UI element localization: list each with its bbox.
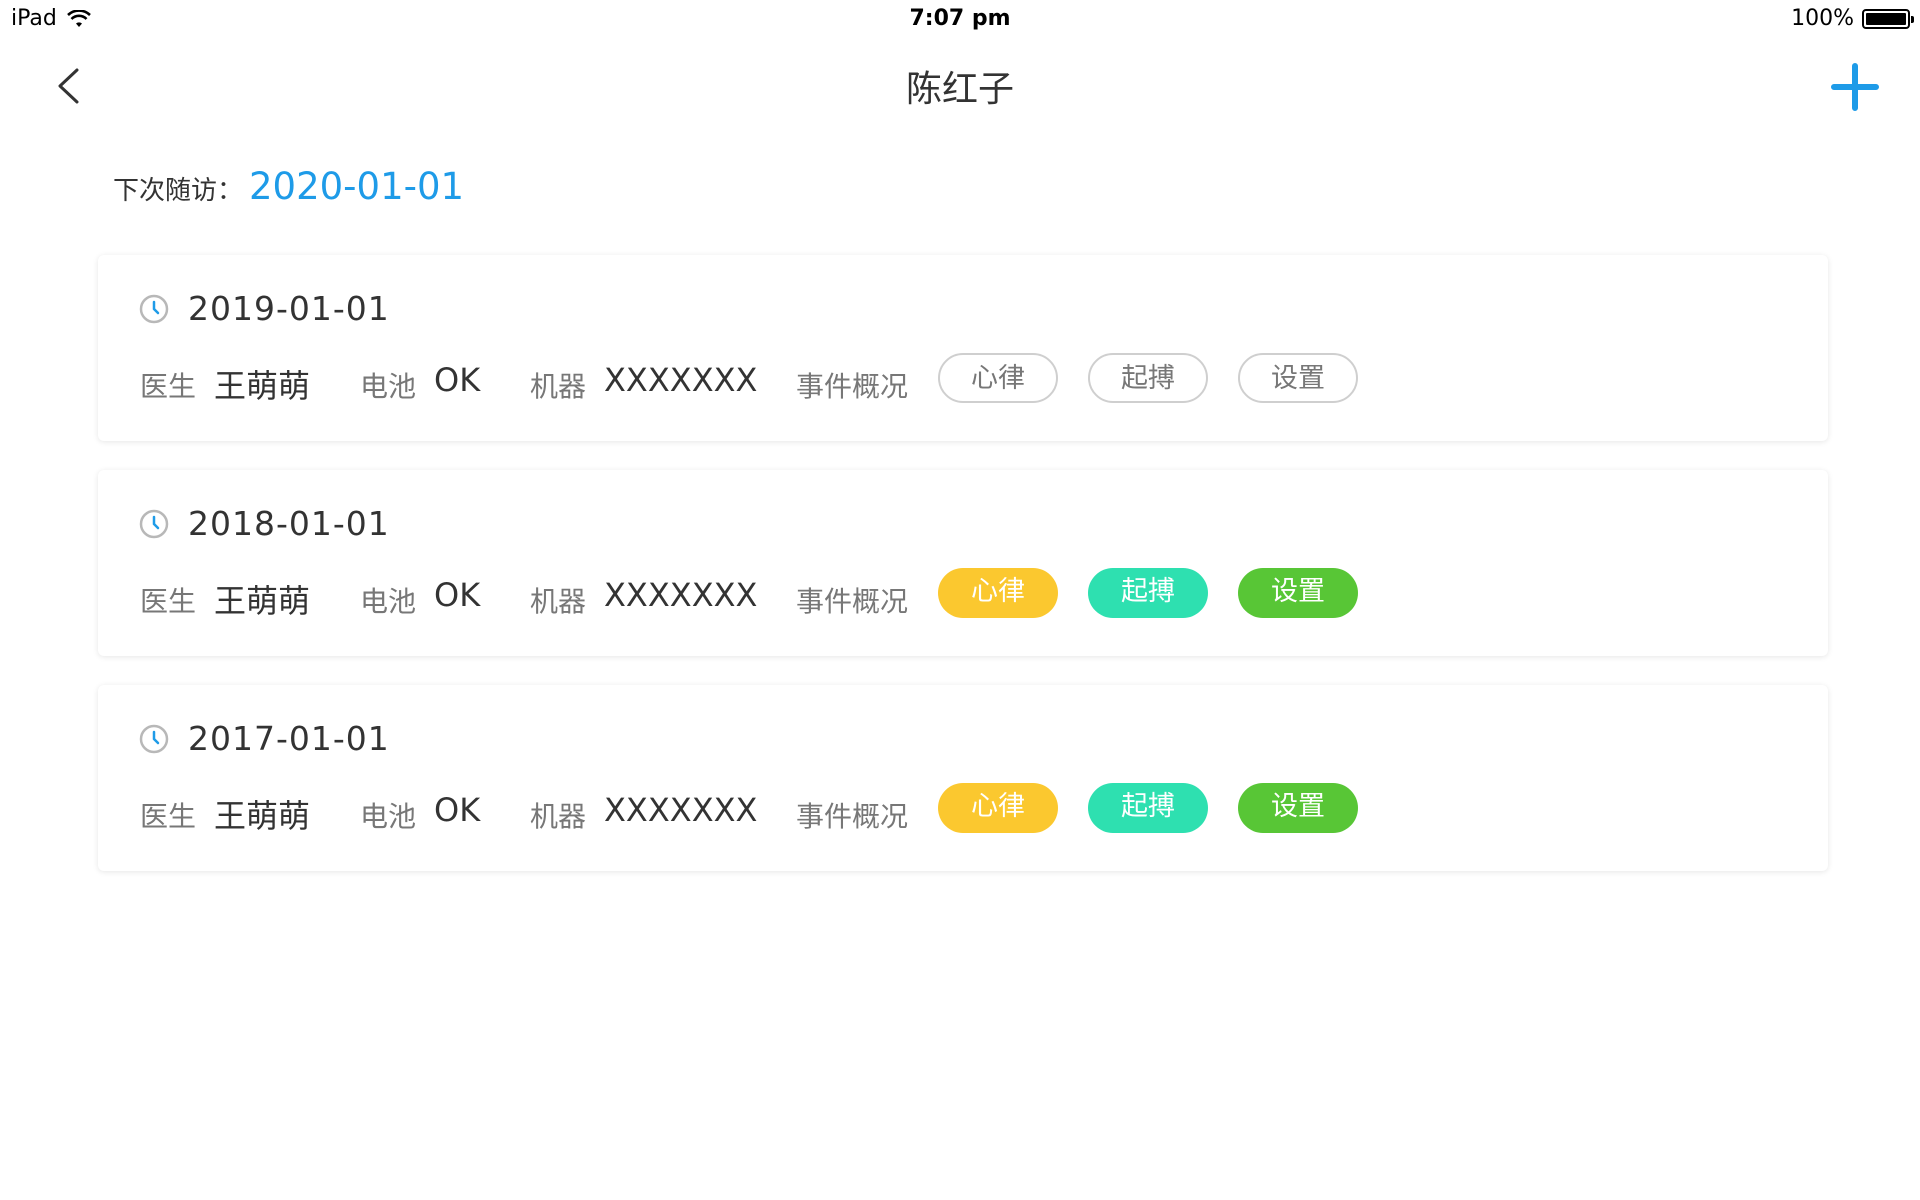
record-card[interactable]: 2017-01-01 医生 王萌萌 电池 OK 机器 XXXXXXX 事件概况 … xyxy=(98,685,1828,871)
doctor-label: 医生 xyxy=(140,800,197,833)
machine-label: 机器 xyxy=(530,585,587,618)
battery-value: OK xyxy=(434,576,481,614)
battery-label: 电池 xyxy=(360,585,417,618)
machine-label: 机器 xyxy=(530,800,587,833)
machine-value: XXXXXXX xyxy=(604,361,758,399)
events-label: 事件概况 xyxy=(796,585,909,618)
events-label: 事件概况 xyxy=(796,370,909,403)
battery-label: 电池 xyxy=(360,800,417,833)
record-date: 2018-01-01 xyxy=(138,504,390,543)
status-bar: iPad 7:07 pm 100% xyxy=(0,0,1920,40)
battery-value: OK xyxy=(434,361,481,399)
machine-value: XXXXXXX xyxy=(604,576,758,614)
record-details: 医生 王萌萌 电池 OK 机器 XXXXXXX 事件概况 心律 起搏 设置 xyxy=(140,783,1820,835)
page-title: 陈红子 xyxy=(905,69,1014,110)
tag-settings[interactable]: 设置 xyxy=(1238,783,1358,833)
doctor-value: 王萌萌 xyxy=(214,582,311,620)
next-visit: 下次随访： 2020-01-01 xyxy=(113,165,464,208)
clock-icon xyxy=(139,724,169,753)
tag-heart-rhythm[interactable]: 心律 xyxy=(938,568,1058,618)
next-visit-date[interactable]: 2020-01-01 xyxy=(249,165,464,208)
tag-heart-rhythm[interactable]: 心律 xyxy=(938,353,1058,403)
battery-label: 电池 xyxy=(360,370,417,403)
clock-icon xyxy=(139,294,169,323)
record-card[interactable]: 2019-01-01 医生 王萌萌 电池 OK 机器 XXXXXXX 事件概况 … xyxy=(98,255,1828,441)
events-label: 事件概况 xyxy=(796,800,909,833)
battery-icon xyxy=(1862,8,1914,29)
doctor-label: 医生 xyxy=(140,585,197,618)
next-visit-label: 下次随访： xyxy=(113,176,244,206)
battery-value: OK xyxy=(434,791,481,829)
record-date-text: 2017-01-01 xyxy=(188,719,390,758)
record-date-text: 2019-01-01 xyxy=(188,289,390,328)
tag-pacing[interactable]: 起搏 xyxy=(1088,353,1208,403)
doctor-value: 王萌萌 xyxy=(214,367,311,405)
doctor-value: 王萌萌 xyxy=(214,797,311,835)
tag-heart-rhythm[interactable]: 心律 xyxy=(938,783,1058,833)
add-button[interactable] xyxy=(1830,62,1880,112)
record-date: 2017-01-01 xyxy=(138,719,390,758)
tag-settings[interactable]: 设置 xyxy=(1238,568,1358,618)
plus-icon xyxy=(1831,63,1879,111)
machine-value: XXXXXXX xyxy=(604,791,758,829)
tag-pacing[interactable]: 起搏 xyxy=(1088,783,1208,833)
status-right: 100% xyxy=(1791,6,1914,31)
record-details: 医生 王萌萌 电池 OK 机器 XXXXXXX 事件概况 心律 起搏 设置 xyxy=(140,568,1820,620)
clock-icon xyxy=(139,509,169,538)
record-date: 2019-01-01 xyxy=(138,289,390,328)
doctor-label: 医生 xyxy=(140,370,197,403)
machine-label: 机器 xyxy=(530,370,587,403)
page: iPad 7:07 pm 100% 陈红子 下次随访： 2020-01-01 2… xyxy=(0,0,1920,1200)
battery-percent: 100% xyxy=(1791,6,1854,31)
tag-settings[interactable]: 设置 xyxy=(1238,353,1358,403)
record-card[interactable]: 2018-01-01 医生 王萌萌 电池 OK 机器 XXXXXXX 事件概况 … xyxy=(98,470,1828,656)
status-time: 7:07 pm xyxy=(909,6,1011,31)
record-details: 医生 王萌萌 电池 OK 机器 XXXXXXX 事件概况 心律 起搏 设置 xyxy=(140,353,1820,405)
tag-pacing[interactable]: 起搏 xyxy=(1088,568,1208,618)
record-date-text: 2018-01-01 xyxy=(188,504,390,543)
